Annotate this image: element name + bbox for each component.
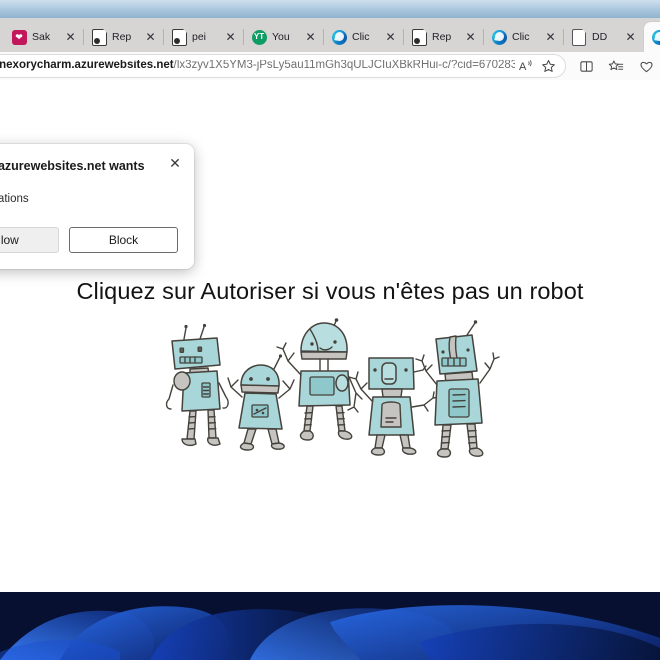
robot-2 <box>227 354 295 451</box>
toolbar-actions <box>572 54 660 78</box>
tab-title: You <box>272 31 290 43</box>
address-bar[interactable]: ttps://nexorycharm.azurewebsites.net/lx3… <box>0 54 566 78</box>
web-page-content: Cliquez sur Autoriser si vous n'êtes pas… <box>0 80 660 592</box>
tab-title: Clic <box>352 31 370 43</box>
youtube-favicon-label: YT <box>251 29 267 45</box>
browser-tab-6[interactable]: Rep ✕ <box>404 22 483 52</box>
tab-close-icon[interactable]: ✕ <box>303 30 318 45</box>
document-blocked-favicon <box>171 28 187 46</box>
browser-tab-5[interactable]: Clic ✕ <box>324 22 403 52</box>
notification-permission-dialog: ycharm.azurewebsites.net wants ✕ ow noti… <box>0 144 194 270</box>
browser-tab-7[interactable]: Clic ✕ <box>484 22 563 52</box>
five-cartoon-robots-illustration: .bd { fill:#a9d6d9; stroke:#45423c; stro… <box>160 313 500 458</box>
robot-3 <box>276 318 363 441</box>
document-blocked-favicon <box>91 28 107 46</box>
edge-favicon <box>651 29 660 45</box>
tab-title: Rep <box>432 31 452 43</box>
wallpaper-swirl-band <box>0 592 660 660</box>
address-bar-url: ttps://nexorycharm.azurewebsites.net/lx3… <box>0 60 515 72</box>
tab-title: pei <box>192 31 207 43</box>
tab-close-icon[interactable]: ✕ <box>623 30 638 45</box>
browser-tab-1[interactable]: ❤ Sak ✕ <box>4 22 83 52</box>
allow-button[interactable]: Allow <box>0 227 59 254</box>
browser-tab-9-active[interactable]: Clic ✕ <box>644 22 660 52</box>
background-window-titlebar <box>0 0 660 19</box>
tab-title: Sak <box>32 31 51 43</box>
browser-tab-4[interactable]: YT You ✕ <box>244 22 323 52</box>
tab-title: DD <box>592 31 608 43</box>
permission-dialog-buttons: Allow Block <box>0 227 178 254</box>
block-button[interactable]: Block <box>69 227 178 254</box>
tab-close-icon[interactable]: ✕ <box>63 30 78 45</box>
tab-close-icon[interactable]: ✕ <box>223 30 238 45</box>
tab-title: Rep <box>112 31 132 43</box>
tab-close-icon[interactable]: ✕ <box>143 30 158 45</box>
youtube-favicon: YT <box>251 29 267 45</box>
robot-4 <box>348 357 440 456</box>
close-icon[interactable]: ✕ <box>166 154 184 172</box>
tab-close-icon[interactable]: ✕ <box>543 30 558 45</box>
edge-favicon <box>491 29 507 45</box>
robot-5 <box>415 320 500 458</box>
tab-title: Clic <box>512 31 530 43</box>
browser-tab-8[interactable]: DD ✕ <box>564 22 643 52</box>
split-screen-icon[interactable] <box>572 54 600 78</box>
read-aloud-icon[interactable]: A <box>515 56 537 76</box>
page-headline: Cliquez sur Autoriser si vous n'êtes pas… <box>76 278 584 304</box>
browser-toolbar: ttps://nexorycharm.azurewebsites.net/lx3… <box>0 52 660 81</box>
url-path: /lx3zyv1X5YM3-jPsLy5au11mGh3qULJCIuXBkRH… <box>173 60 515 72</box>
browser-tab-3[interactable]: pei ✕ <box>164 22 243 52</box>
permission-dialog-title: ycharm.azurewebsites.net wants <box>0 159 145 173</box>
heart-favicon: ❤ <box>11 29 27 45</box>
browser-tab-2[interactable]: Rep ✕ <box>84 22 163 52</box>
favorites-star-icon[interactable] <box>537 56 559 76</box>
document-blocked-favicon <box>411 28 427 46</box>
browser-essentials-icon[interactable] <box>632 54 660 78</box>
robot-1 <box>165 323 229 447</box>
edge-browser-window: ❤ Sak ✕ Rep ✕ pei ✕ YT You ✕ Clic ✕ Rep … <box>0 18 660 592</box>
collections-icon[interactable] <box>602 54 630 78</box>
url-host: nexorycharm.azurewebsites.net <box>0 60 174 72</box>
edge-favicon <box>331 29 347 45</box>
tab-close-icon[interactable]: ✕ <box>463 30 478 45</box>
blank-page-favicon <box>571 28 587 46</box>
tab-strip: ❤ Sak ✕ Rep ✕ pei ✕ YT You ✕ Clic ✕ Rep … <box>0 18 660 52</box>
permission-dialog-body: ow notifications <box>0 193 29 206</box>
svg-text:A: A <box>519 61 527 73</box>
tab-close-icon[interactable]: ✕ <box>383 30 398 45</box>
